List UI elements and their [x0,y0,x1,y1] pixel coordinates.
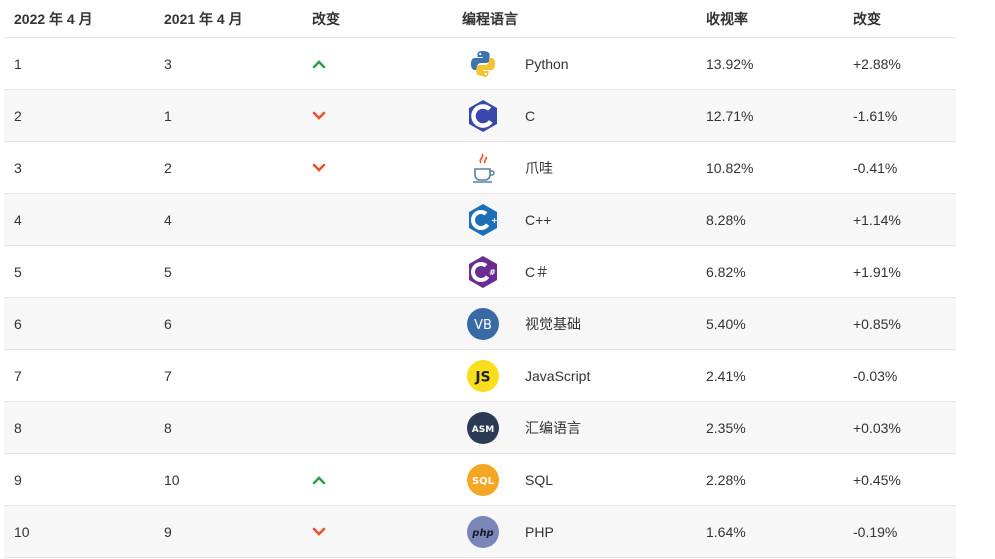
java-icon [466,151,500,185]
header-rating-change: 改变 [853,10,881,27]
rating-value: 10.82% [706,159,754,176]
rank-2021: 5 [164,263,172,280]
language-name: Python [525,55,569,72]
rank-2021: 4 [164,211,172,228]
rating-change-value: +2.88% [853,55,901,72]
rating-change-value: -0.03% [853,367,898,384]
rank-2022: 4 [14,211,22,228]
rating-value: 8.28% [706,211,746,228]
sql-icon: SQL [466,463,500,497]
language-name: C++ [525,211,552,228]
svg-text:ASM: ASM [472,425,494,435]
header-change: 改变 [312,10,340,27]
csharp-icon: # [466,255,500,289]
rating-change-value: +0.03% [853,419,901,436]
language-name: 汇编语言 [525,419,581,436]
ranking-table: 2022 年 4 月 2021 年 4 月 改变 编程语言 收视率 改变 1 3 P… [4,0,956,558]
python-icon [466,47,500,81]
rank-2021: 1 [164,107,172,124]
trend-down-icon [312,111,326,121]
rank-2022: 1 [14,55,22,72]
rating-change-value: -0.41% [853,159,898,176]
trend-up-icon [312,475,326,485]
rank-2022: 9 [14,471,22,488]
header-rating: 收视率 [706,10,748,27]
table-row: 3 2 爪哇 10.82% -0.41% [4,142,956,194]
trend-up-icon [312,59,326,69]
c-icon [466,99,500,133]
rating-change-value: +1.14% [853,211,901,228]
table-row: 1 3 Python 13.92% +2.88% [4,38,956,90]
rank-2021: 9 [164,523,172,540]
rank-2022: 8 [14,419,22,436]
rating-change-value: -1.61% [853,107,898,124]
rating-change-value: +0.45% [853,471,901,488]
rating-value: 13.92% [706,55,754,72]
language-name: C＃ [525,263,550,280]
rating-value: 2.41% [706,367,746,384]
asm-icon: ASM [466,411,500,445]
svg-text:VB: VB [474,318,492,333]
rating-value: 6.82% [706,263,746,280]
rating-value: 2.35% [706,419,746,436]
rank-2022: 6 [14,315,22,332]
rating-change-value: -0.19% [853,523,898,540]
javascript-icon: JS [466,359,500,393]
trend-cell [312,38,326,89]
rank-2022: 5 [14,263,22,280]
table-body: 1 3 Python 13.92% +2.88% 2 1 C 12.71% -1.61% 3 2 爪哇 1… [4,38,956,558]
trend-cell [312,142,326,193]
language-name: 视觉基础 [525,315,581,332]
rating-value: 2.28% [706,471,746,488]
header-rank-2021: 2021 年 4 月 [164,10,243,27]
svg-text:SQL: SQL [472,476,495,487]
rating-value: 5.40% [706,315,746,332]
table-row: 6 6 VB 视觉基础 5.40% +0.85% [4,298,956,350]
language-name: C [525,107,536,124]
rank-2022: 10 [14,523,30,540]
table-row: 7 7 JS JavaScript 2.41% -0.03% [4,350,956,402]
rank-2021: 10 [164,471,180,488]
rating-change-value: +0.85% [853,315,901,332]
trend-down-icon [312,527,326,537]
table-header: 2022 年 4 月 2021 年 4 月 改变 编程语言 收视率 改变 [4,0,956,38]
cpp-icon: + [466,203,500,237]
language-name: PHP [525,523,554,540]
rank-2022: 2 [14,107,22,124]
table-row: 5 5 # C＃ 6.82% +1.91% [4,246,956,298]
table-row: 8 8 ASM 汇编语言 2.35% +0.03% [4,402,956,454]
table-row: 9 10 SQL SQL 2.28% +0.45% [4,454,956,506]
trend-cell [312,506,326,557]
trend-cell [312,454,326,505]
language-name: 爪哇 [525,159,553,176]
rating-value: 1.64% [706,523,746,540]
language-name: JavaScript [525,367,591,384]
header-language: 编程语言 [462,10,518,27]
rank-2022: 3 [14,159,22,176]
rank-2021: 8 [164,419,172,436]
svg-text:JS: JS [474,369,490,385]
trend-down-icon [312,163,326,173]
vb-icon: VB [466,307,500,341]
svg-text:php: php [471,528,493,539]
rank-2021: 6 [164,315,172,332]
table-row: 10 9 php PHP 1.64% -0.19% [4,506,956,558]
rank-2021: 3 [164,55,172,72]
table-row: 4 4 + C++ 8.28% +1.14% [4,194,956,246]
rating-change-value: +1.91% [853,263,901,280]
svg-text:#: # [489,268,496,277]
php-icon: php [466,515,500,549]
rank-2021: 2 [164,159,172,176]
svg-text:+: + [491,216,498,225]
header-rank-2022: 2022 年 4 月 [14,10,93,27]
rank-2022: 7 [14,367,22,384]
table-row: 2 1 C 12.71% -1.61% [4,90,956,142]
rank-2021: 7 [164,367,172,384]
rating-value: 12.71% [706,107,754,124]
trend-cell [312,90,326,141]
language-name: SQL [525,471,554,488]
